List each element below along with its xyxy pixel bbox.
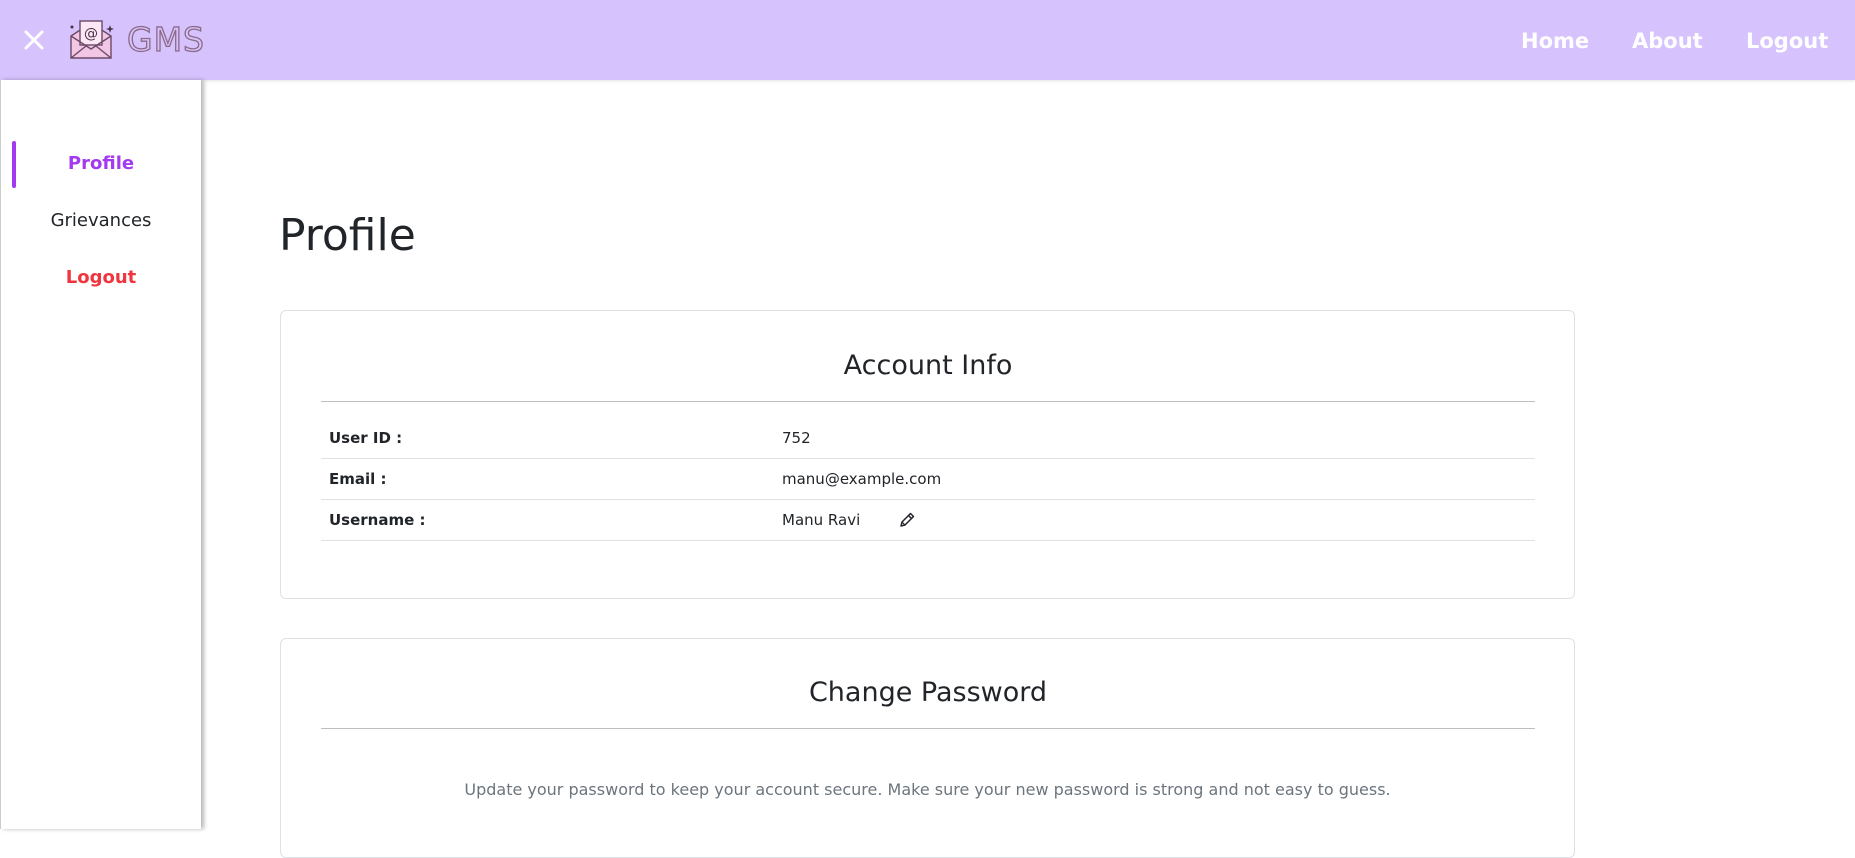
email-label: Email : [329, 470, 387, 488]
top-navbar: @ GMS Home About Logout [0, 0, 1855, 80]
table-row: User ID : 752 [321, 418, 1535, 459]
change-password-description: Update your password to keep your accoun… [464, 780, 1391, 799]
table-row: Username : Manu Ravi [321, 500, 1535, 541]
table-row: Email : manu@example.com [321, 459, 1535, 500]
user-id-label: User ID : [329, 429, 403, 447]
account-info-title: Account Info [843, 350, 1013, 381]
close-sidebar-button[interactable] [20, 26, 48, 54]
page-title: Profile [279, 210, 416, 261]
sidebar-item-logout[interactable]: Logout [1, 265, 201, 291]
brand-name[interactable]: GMS [126, 18, 205, 62]
divider [321, 401, 1535, 402]
pencil-icon [900, 512, 915, 527]
account-info-card: Account Info User ID : 752 Email : manu@… [280, 310, 1575, 599]
edit-username-button[interactable] [898, 511, 916, 529]
sidebar: Profile Grievances Logout [0, 80, 201, 829]
change-password-card: Change Password Update your password to … [280, 638, 1575, 858]
username-value: Manu Ravi [782, 511, 861, 529]
mail-logo-icon: @ [70, 20, 114, 59]
change-password-title: Change Password [808, 677, 1048, 708]
divider [321, 728, 1535, 729]
nav-home-link[interactable]: Home [1521, 26, 1589, 56]
close-icon [24, 30, 44, 50]
nav-logout-link[interactable]: Logout [1746, 26, 1828, 56]
sidebar-item-grievances[interactable]: Grievances [1, 208, 201, 234]
user-id-value: 752 [782, 429, 811, 447]
sidebar-item-profile[interactable]: Profile [1, 151, 201, 177]
nav-about-link[interactable]: About [1632, 26, 1703, 56]
email-value: manu@example.com [782, 470, 942, 488]
svg-text:@: @ [84, 26, 98, 42]
username-label: Username : [329, 511, 426, 529]
